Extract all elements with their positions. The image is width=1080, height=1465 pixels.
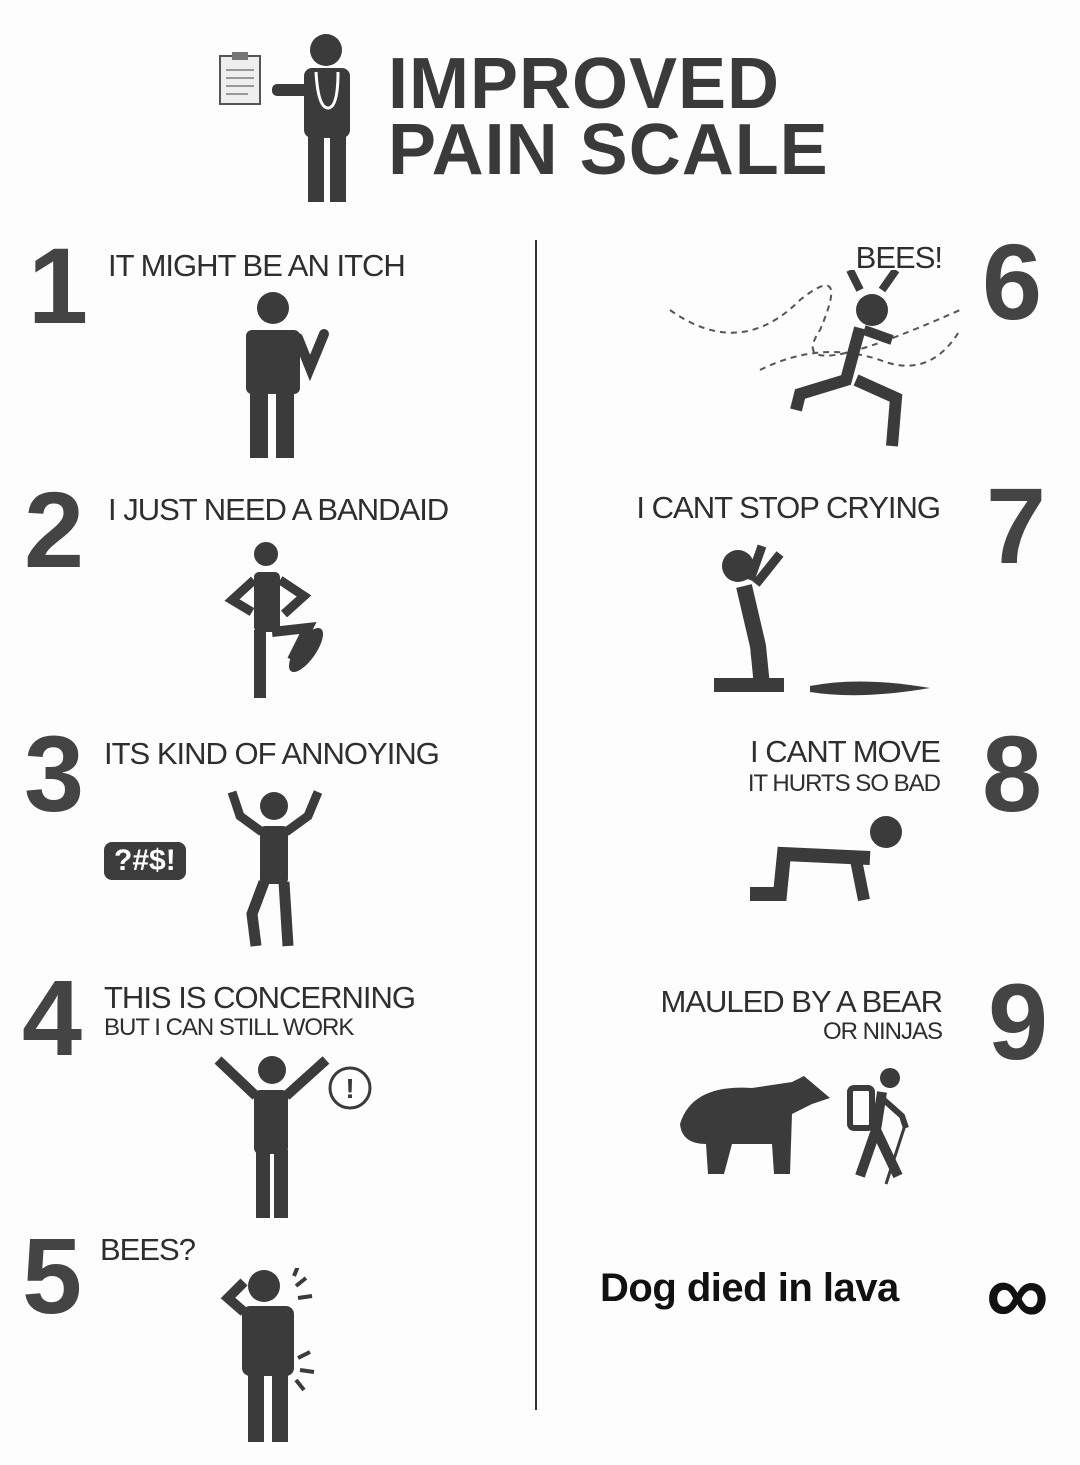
level-infinity-caption: Dog died in lava — [600, 1266, 899, 1310]
hiker-icon — [847, 1068, 909, 1185]
level-9-caption: MAULED BY A BEAR — [660, 984, 944, 1019]
bees-running-figure-icon — [669, 270, 961, 447]
level-2-caption: I JUST NEED A BANDAID — [108, 492, 449, 527]
level-infinity-number: ∞ — [986, 1244, 1049, 1343]
column-divider — [535, 240, 537, 1410]
page-title-line1: IMPROVED — [388, 44, 781, 124]
level-9-number: 9 — [988, 961, 1049, 1082]
alert-badge-text: ! — [345, 1073, 354, 1104]
level-2-number: 2 — [24, 469, 85, 590]
itch-figure-icon — [246, 292, 329, 458]
level-7-number: 7 — [986, 465, 1047, 586]
level-3-number: 3 — [24, 713, 85, 834]
level-5-number: 5 — [22, 1215, 83, 1336]
level-7-caption: I CANT STOP CRYING — [636, 490, 941, 525]
level-4-subcaption: BUT I CAN STILL WORK — [104, 1014, 354, 1041]
level-4-caption: THIS IS CONCERNING — [104, 980, 416, 1015]
crying-figure-icon — [714, 544, 930, 696]
doctor-icon — [272, 34, 350, 202]
level-1-caption: IT MIGHT BE AN ITCH — [108, 248, 406, 283]
level-8-subcaption: IT HURTS SO BAD — [747, 770, 941, 797]
bee-sting-figure-icon — [220, 1268, 315, 1442]
cursing-speech-bubble: ?#$! — [104, 842, 186, 880]
clipboard-icon — [219, 52, 261, 105]
level-8-number: 8 — [982, 713, 1043, 834]
level-5-caption: BEES? — [100, 1232, 196, 1267]
level-6-number: 6 — [982, 221, 1043, 342]
annoyed-figure-icon — [227, 790, 323, 947]
bear-icon — [680, 1076, 830, 1174]
page-title-line2: PAIN SCALE — [388, 110, 829, 190]
skateboard-figure-icon — [224, 542, 324, 698]
level-4-number: 4 — [22, 957, 83, 1078]
level-9-subcaption: OR NINJAS — [822, 1018, 943, 1045]
level-3-caption: ITS KIND OF ANNOYING — [104, 736, 440, 771]
crawling-figure-icon — [750, 816, 902, 902]
concerned-figure-icon — [214, 1056, 330, 1218]
alert-badge-icon: ! — [328, 1066, 372, 1110]
level-8-caption: I CANT MOVE — [750, 734, 941, 769]
level-1-number: 1 — [28, 225, 89, 346]
